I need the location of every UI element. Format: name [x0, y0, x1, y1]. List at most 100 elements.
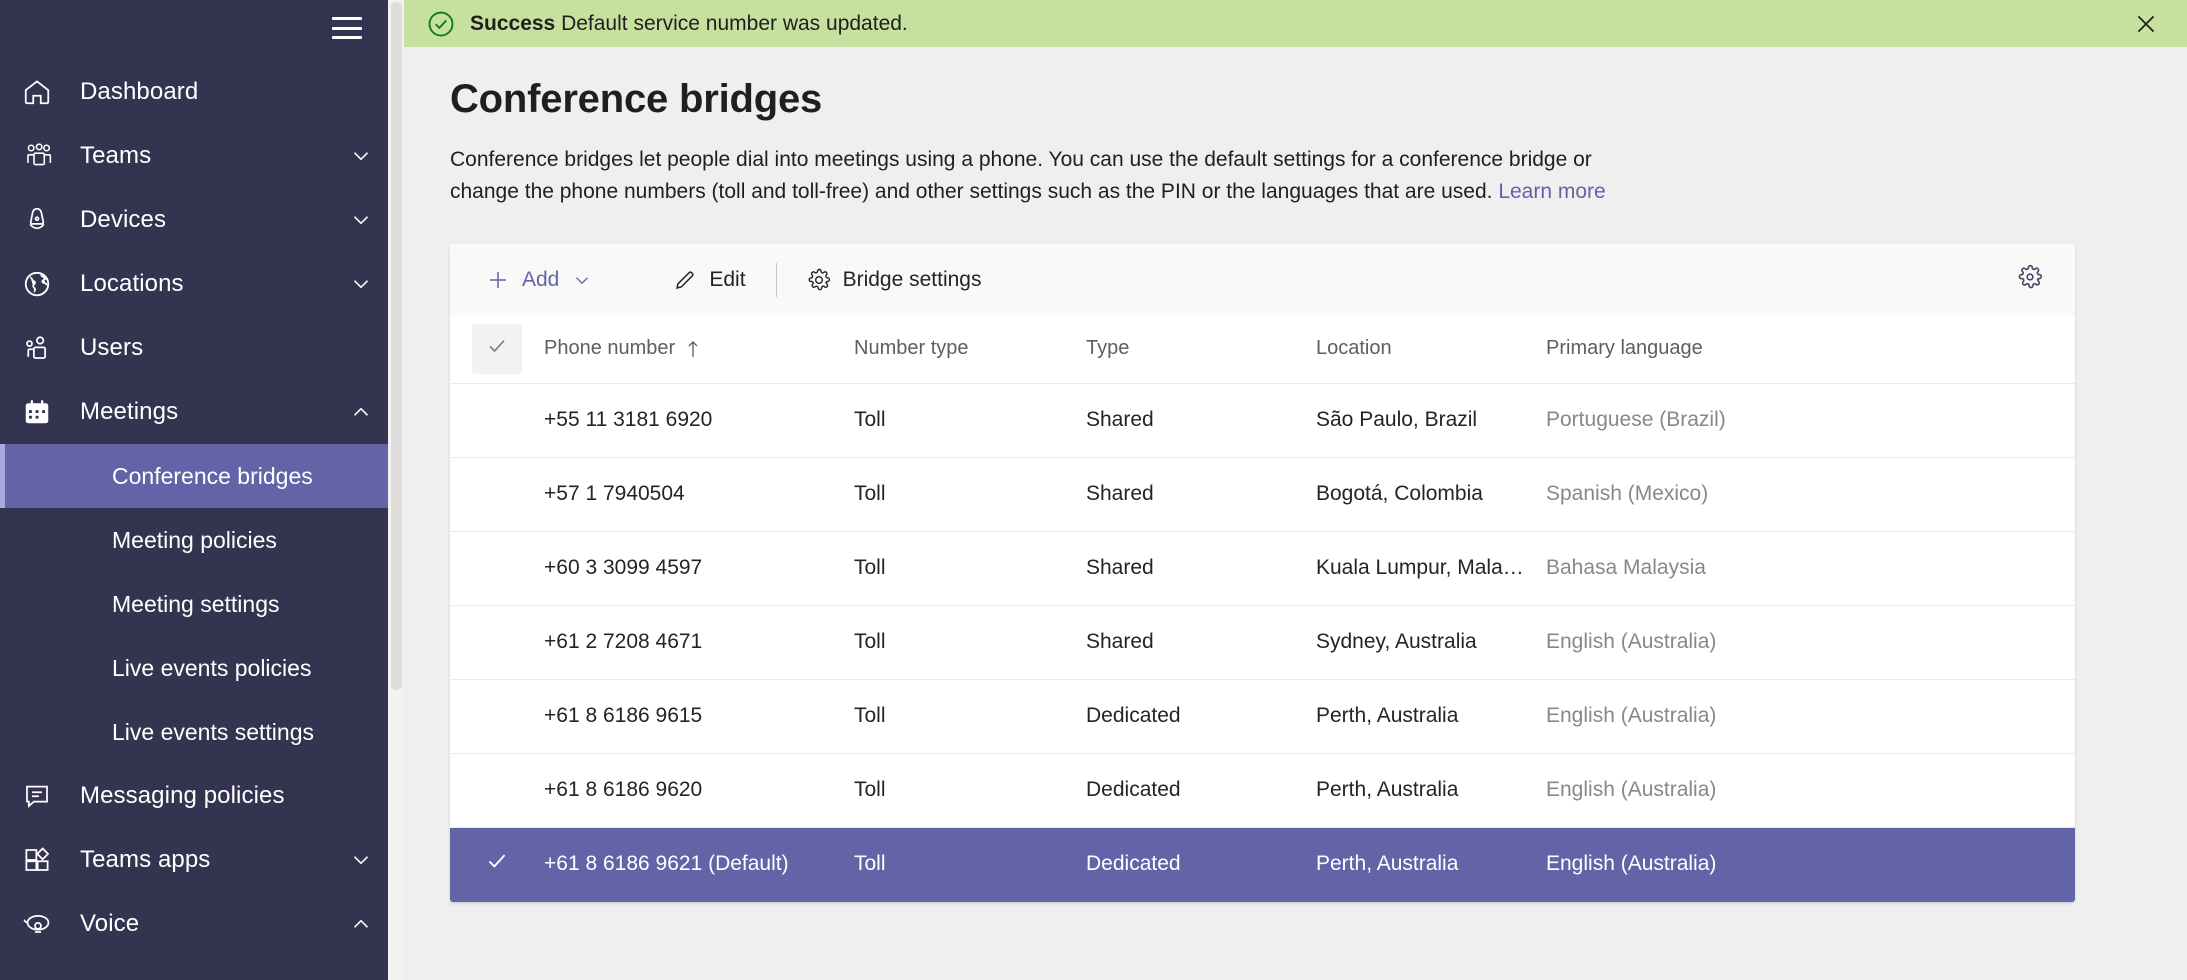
cell-primary-language: English (Australia)	[1536, 605, 2075, 680]
sidebar-item-live-events-policies[interactable]: Live events policies	[0, 636, 404, 700]
page-body: Conference bridges Conference bridges le…	[404, 47, 2187, 902]
row-checkbox-cell[interactable]	[450, 383, 534, 458]
table-row[interactable]: +60 3 3099 4597 Toll Shared Kuala Lumpur, M…	[450, 531, 2075, 606]
cell-number-type: Toll	[844, 679, 1076, 754]
cell-type: Shared	[1076, 383, 1306, 458]
row-checkbox-cell[interactable]	[450, 827, 534, 902]
table-row[interactable]: +61 2 7208 4671 Toll Shared Sydney, Austral…	[450, 605, 2075, 680]
cell-type: Shared	[1076, 605, 1306, 680]
column-header-primary-language[interactable]: Primary language	[1536, 315, 2075, 384]
edit-button[interactable]: Edit	[659, 256, 759, 304]
sidebar-item-meeting-settings[interactable]: Meeting settings	[0, 572, 404, 636]
column-header-location[interactable]: Location	[1306, 315, 1536, 384]
cell-location: Bogotá, Colombia	[1306, 457, 1536, 532]
table-row[interactable]: +61 8 6186 9615 Toll Dedicated Perth, Austr…	[450, 679, 2075, 754]
table-row[interactable]: +57 1 7940504 Toll Shared Bogotá, Colombia S…	[450, 457, 2075, 532]
chevron-down-icon[interactable]	[348, 847, 374, 873]
table-row[interactable]: +61 8 6186 9620 Toll Dedicated Perth, Austr…	[450, 753, 2075, 828]
add-button[interactable]: Add	[472, 256, 607, 304]
table-settings-button[interactable]	[2007, 257, 2053, 303]
cell-location: São Paulo, Brazil	[1306, 383, 1536, 458]
table-row[interactable]: +55 11 3181 6920 Toll Shared São Paulo, Bra…	[450, 383, 2075, 458]
conference-bridges-card: Add Edit Bridge settings Phone number Nu…	[450, 244, 2075, 902]
learn-more-link[interactable]: Learn more	[1498, 180, 1605, 203]
sidebar-item-teams[interactable]: Teams	[0, 124, 404, 188]
row-checkbox-cell[interactable]	[450, 679, 534, 754]
cell-phone-number: +57 1 7940504	[534, 457, 844, 532]
sidebar-item-devices[interactable]: Devices	[0, 188, 404, 252]
cell-number-type: Toll	[844, 753, 1076, 828]
cell-location: Kuala Lumpur, Malaysia	[1306, 531, 1536, 606]
app-root: Dashboard Teams Devices Locations Users …	[0, 0, 2187, 980]
success-banner-status: Success	[470, 11, 556, 35]
sidebar-item-label: Teams apps	[80, 846, 211, 873]
column-header-number-type[interactable]: Number type	[844, 315, 1076, 384]
sidebar-scrollbar-thumb[interactable]	[391, 2, 402, 690]
row-checkbox[interactable]	[472, 543, 522, 593]
sidebar-item-conference-bridges[interactable]: Conference bridges	[0, 444, 404, 508]
hamburger-icon[interactable]	[332, 17, 362, 39]
row-checkbox[interactable]	[472, 395, 522, 445]
calendar-icon	[22, 394, 66, 430]
checkmark-icon	[484, 848, 510, 880]
chevron-down-icon[interactable]	[571, 269, 593, 291]
column-header-label: Number type	[854, 337, 969, 360]
row-checkbox[interactable]	[472, 691, 522, 741]
cell-primary-language: Spanish (Mexico)	[1536, 457, 2075, 532]
row-checkbox[interactable]	[472, 469, 522, 519]
sidebar-item-label: Devices	[80, 206, 167, 233]
edit-button-label: Edit	[709, 267, 746, 291]
table-row[interactable]: +61 8 6186 9621 (Default) Toll Dedicated Pe…	[450, 827, 2075, 902]
sidebar-item-voice[interactable]: Voice	[0, 892, 404, 956]
cell-location: Perth, Australia	[1306, 827, 1536, 902]
phone-icon	[22, 906, 66, 942]
teams-icon	[22, 138, 66, 174]
chevron-up-icon[interactable]	[348, 911, 374, 937]
sidebar-item-label: Messaging policies	[80, 782, 285, 809]
row-checkbox[interactable]	[472, 839, 522, 889]
cell-location: Sydney, Australia	[1306, 605, 1536, 680]
row-checkbox[interactable]	[472, 765, 522, 815]
main-content: Success Default service number was updat…	[404, 0, 2187, 980]
table-toolbar: Add Edit Bridge settings	[450, 244, 2075, 315]
globe-icon	[22, 266, 66, 302]
chevron-down-icon[interactable]	[348, 143, 374, 169]
sidebar-item-meeting-policies[interactable]: Meeting policies	[0, 508, 404, 572]
success-banner-text: Success Default service number was updat…	[470, 12, 2127, 36]
pencil-icon	[673, 268, 697, 292]
sidebar-item-live-events-settings[interactable]: Live events settings	[0, 700, 404, 764]
sidebar-scrollbar[interactable]	[388, 0, 404, 980]
sidebar-item-messaging-policies[interactable]: Messaging policies	[0, 764, 404, 828]
row-checkbox[interactable]	[472, 617, 522, 667]
cell-type: Shared	[1076, 457, 1306, 532]
sidebar-item-label: Meetings	[80, 398, 179, 425]
row-checkbox-cell[interactable]	[450, 605, 534, 680]
sidebar-item-label: Teams	[80, 142, 152, 169]
sidebar-item-dashboard[interactable]: Dashboard	[0, 60, 404, 124]
bridge-settings-label: Bridge settings	[842, 267, 982, 291]
sidebar-item-locations[interactable]: Locations	[0, 252, 404, 316]
column-header-phone-number[interactable]: Phone number	[534, 315, 844, 384]
column-header-type[interactable]: Type	[1076, 315, 1306, 384]
row-checkbox-cell[interactable]	[450, 457, 534, 532]
sidebar-subitem-label: Meeting settings	[112, 590, 280, 617]
column-header-label: Phone number	[544, 337, 676, 360]
gear-icon	[807, 268, 831, 292]
close-icon[interactable]	[2127, 5, 2165, 43]
sidebar-subitem-label: Conference bridges	[112, 462, 313, 489]
sidebar-subitem-label: Meeting policies	[112, 526, 277, 553]
chevron-down-icon[interactable]	[348, 207, 374, 233]
row-checkbox-cell[interactable]	[450, 531, 534, 606]
select-all-checkbox[interactable]	[472, 323, 522, 374]
cell-primary-language: English (Australia)	[1536, 679, 2075, 754]
chevron-down-icon[interactable]	[348, 271, 374, 297]
chevron-up-icon[interactable]	[348, 399, 374, 425]
row-checkbox-cell[interactable]	[450, 753, 534, 828]
cell-phone-number: +61 8 6186 9621 (Default)	[534, 827, 844, 902]
sidebar-item-meetings[interactable]: Meetings	[0, 380, 404, 444]
sidebar: Dashboard Teams Devices Locations Users …	[0, 0, 404, 980]
bridge-settings-button[interactable]: Bridge settings	[793, 256, 996, 304]
sidebar-item-users[interactable]: Users	[0, 316, 404, 380]
checkmark-circle-icon	[426, 9, 456, 39]
sidebar-item-teams-apps[interactable]: Teams apps	[0, 828, 404, 892]
